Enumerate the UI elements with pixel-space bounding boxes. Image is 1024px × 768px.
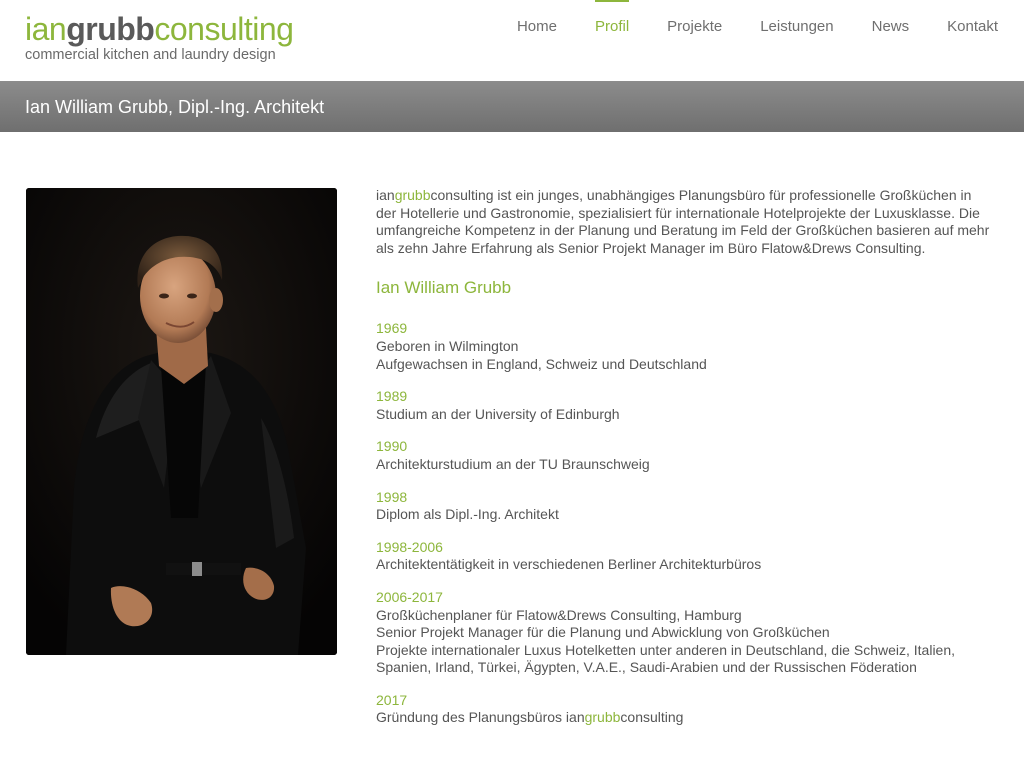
main-nav: Home Profil Projekte Leistungen News Kon… xyxy=(479,0,998,60)
bio-year: 1990 xyxy=(376,438,408,455)
bio-line: Diplom als Dipl.-Ing. Architekt xyxy=(376,506,559,523)
bio-line: Architektentätigkeit in verschiedenen Be… xyxy=(376,556,762,573)
logo-part-ian: ian xyxy=(25,11,67,47)
bio-brand-ian: ian xyxy=(565,709,585,726)
bio-entry: 2006-2017 Großküchenplaner für Flatow&Dr… xyxy=(376,589,992,677)
bio-entry: 1989 Studium an der University of Edinbu… xyxy=(376,388,992,423)
logo-tagline: commercial kitchen and laundry design xyxy=(25,47,276,63)
intro-brand-ian: ian xyxy=(376,187,395,203)
page-title-bar: Ian William Grubb, Dipl.-Ing. Architekt xyxy=(0,81,1024,132)
logo-wordmark: iangrubbconsulting xyxy=(25,11,294,47)
intro-brand-consulting: consulting xyxy=(430,187,494,203)
bio-brand-consulting: consulting xyxy=(620,709,684,726)
page-title: Ian William Grubb, Dipl.-Ing. Architekt xyxy=(25,97,325,117)
bio-year: 1998-2006 xyxy=(376,538,443,555)
bio-line: Aufgewachsen in England, Schweiz und Deu… xyxy=(376,355,707,372)
bio-line: Architekturstudium an der TU Braunschwei… xyxy=(376,455,650,472)
logo-part-grubb: grubb xyxy=(66,11,155,47)
intro-brand-grubb: grubb xyxy=(394,187,431,203)
bio-line: Geboren in Wilmington xyxy=(376,337,519,354)
intro-paragraph: iangrubbconsulting ist ein junges, unabh… xyxy=(376,187,992,257)
logo-part-consulting: consulting xyxy=(154,11,294,47)
nav-item-home[interactable]: Home xyxy=(517,0,557,60)
bio-heading: Ian William Grubb xyxy=(376,278,512,298)
bio-line: Gründung des Planungsbüros iangrubbconsu… xyxy=(376,709,992,727)
bio-line-text: Gründung des Planungsbüros xyxy=(376,709,566,726)
bio-entry: 1998 Diplom als Dipl.-Ing. Architekt xyxy=(376,489,992,524)
bio-line: Projekte internationaler Luxus Hotelkett… xyxy=(376,641,956,676)
nav-item-profil[interactable]: Profil xyxy=(594,0,630,60)
nav-item-projekte[interactable]: Projekte xyxy=(667,0,722,60)
bio-year: 2006-2017 xyxy=(376,588,443,605)
bio-year: 2017 xyxy=(376,691,408,708)
nav-item-leistungen[interactable]: Leistungen xyxy=(760,0,833,60)
portrait-photo xyxy=(26,188,337,655)
bio-entry: 1998-2006 Architektentätigkeit in versch… xyxy=(376,539,992,574)
bio-brand-grubb: grubb xyxy=(584,709,621,726)
nav-item-news[interactable]: News xyxy=(872,0,910,60)
profile-content: iangrubbconsulting ist ein junges, unabh… xyxy=(376,187,992,727)
bio-line: Senior Projekt Manager für die Planung u… xyxy=(376,624,830,641)
bio-line: Studium an der University of Edinburgh xyxy=(376,405,620,422)
site-header: iangrubbconsulting commercial kitchen an… xyxy=(0,0,1024,81)
nav-item-kontakt[interactable]: Kontakt xyxy=(947,0,998,60)
bio-year: 1989 xyxy=(376,388,408,405)
site-logo[interactable]: iangrubbconsulting commercial kitchen an… xyxy=(25,11,294,64)
bio-entry: 1969 Geboren in Wilmington Aufgewachsen … xyxy=(376,320,992,373)
bio-year: 1969 xyxy=(376,320,408,337)
bio-entry: 1990 Architekturstudium an der TU Brauns… xyxy=(376,438,992,473)
bio-line: Großküchenplaner für Flatow&Drews Consul… xyxy=(376,606,742,623)
bio-year: 1998 xyxy=(376,488,408,505)
bio-entry: 2017 Gründung des Planungsbüros iangrubb… xyxy=(376,692,992,727)
